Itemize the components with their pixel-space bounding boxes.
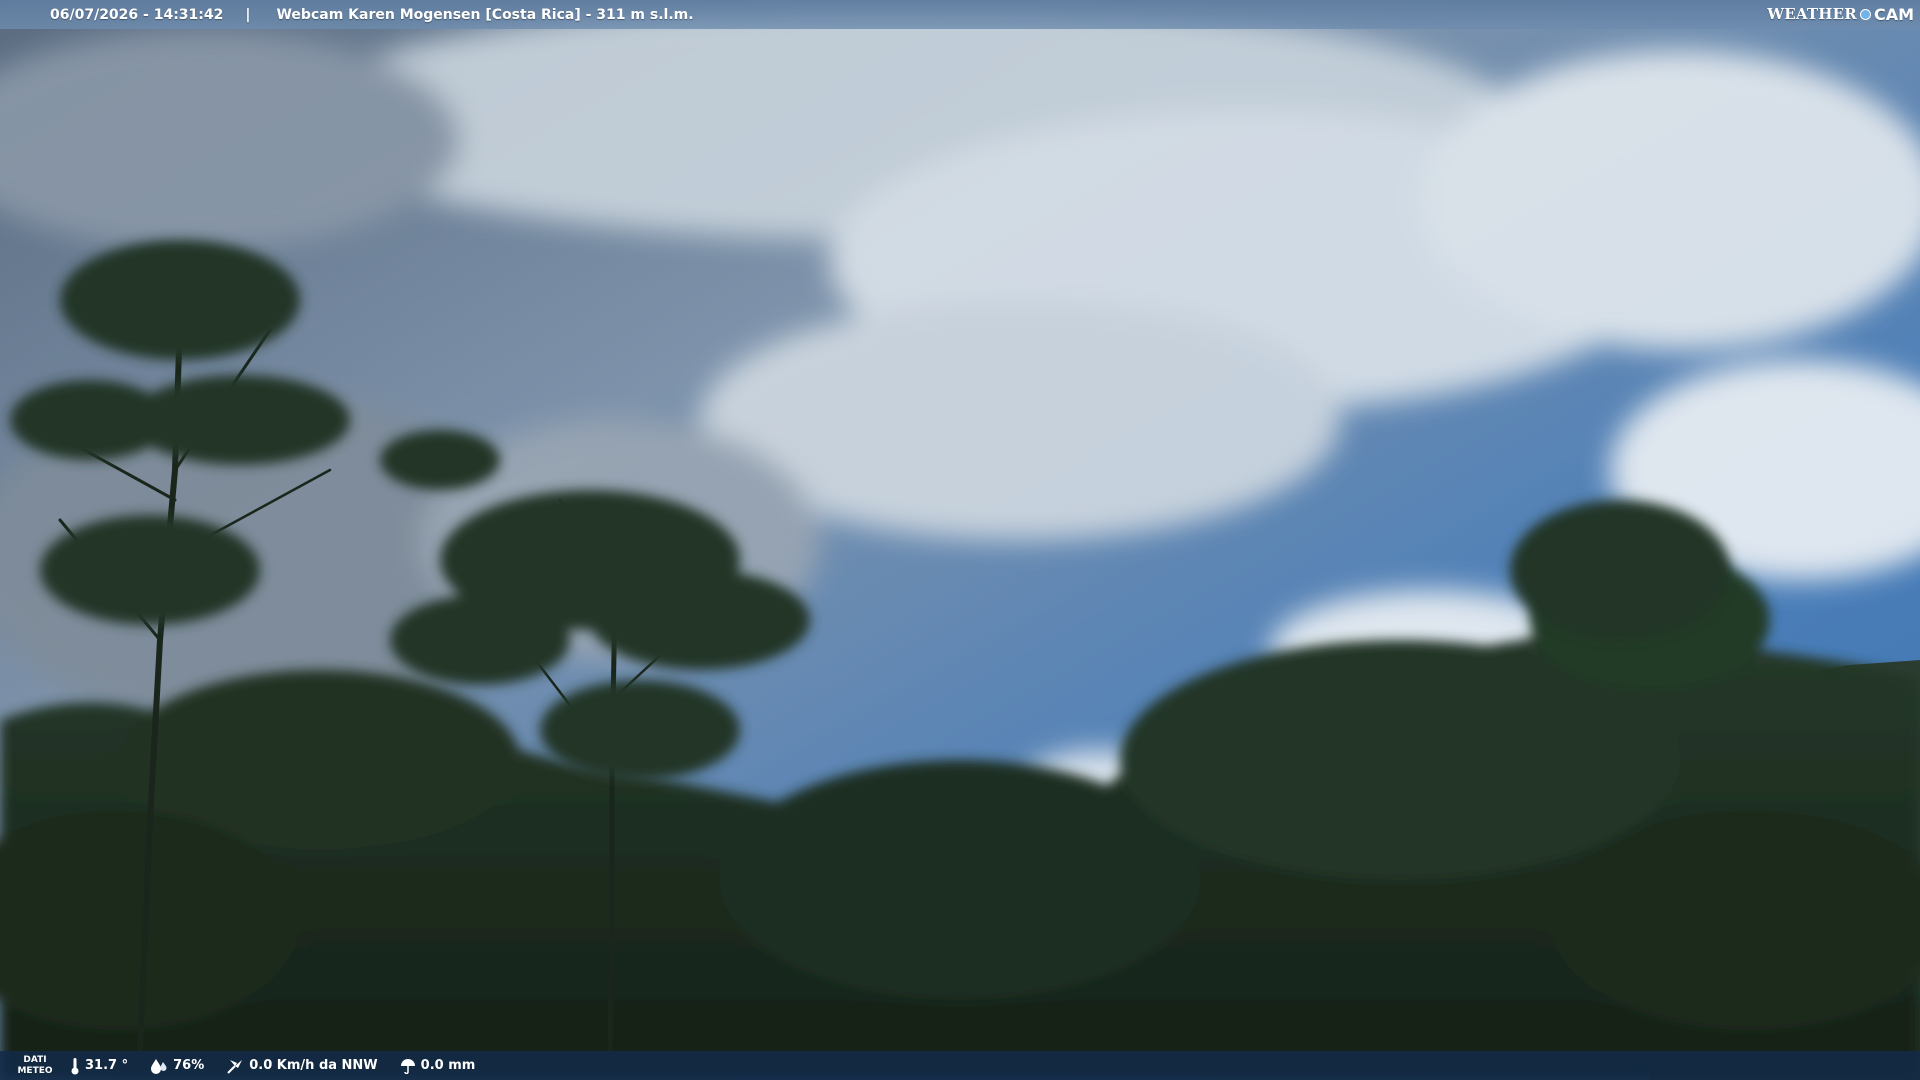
temperature-value: 31.7 ° — [85, 1058, 129, 1073]
header-separator: | — [245, 6, 251, 23]
logo-suffix: CAM — [1873, 4, 1914, 24]
humidity-drop-icon — [151, 1058, 167, 1074]
humidity-value: 76% — [173, 1058, 205, 1073]
rain-umbrella-icon — [400, 1058, 415, 1074]
webcam-header-bar: 06/07/2026 - 14:31:42 | Webcam Karen Mog… — [0, 0, 1920, 29]
weathercam-logo: WEATHER CAM — [1767, 3, 1914, 25]
rain-value: 0.0 mm — [420, 1058, 476, 1073]
webcam-scene — [0, 0, 1920, 1080]
dati-line2: METEO — [17, 1065, 53, 1076]
wind-reading: 0.0 Km/h da NNW — [226, 1057, 378, 1075]
weather-data-bar: DATI METEO 31.7 ° 76% 0.0 Km/h da NNW 0.… — [0, 1051, 1920, 1080]
wind-icon — [227, 1059, 243, 1074]
temperature-reading: 31.7 ° — [70, 1057, 128, 1075]
webcam-title: Webcam Karen Mogensen [Costa Rica] - 311… — [276, 6, 694, 23]
humidity-reading: 76% — [150, 1058, 204, 1074]
wind-value: 0.0 Km/h da NNW — [249, 1058, 378, 1073]
logo-dot-icon — [1859, 8, 1871, 20]
rain-reading: 0.0 mm — [400, 1058, 476, 1074]
thermometer-icon — [71, 1057, 79, 1074]
logo-word: WEATHER — [1767, 5, 1857, 23]
dati-meteo-label: DATI METEO — [0, 1055, 70, 1077]
datetime: 06/07/2026 - 14:31:42 — [50, 6, 224, 23]
dati-line1: DATI — [23, 1054, 47, 1065]
